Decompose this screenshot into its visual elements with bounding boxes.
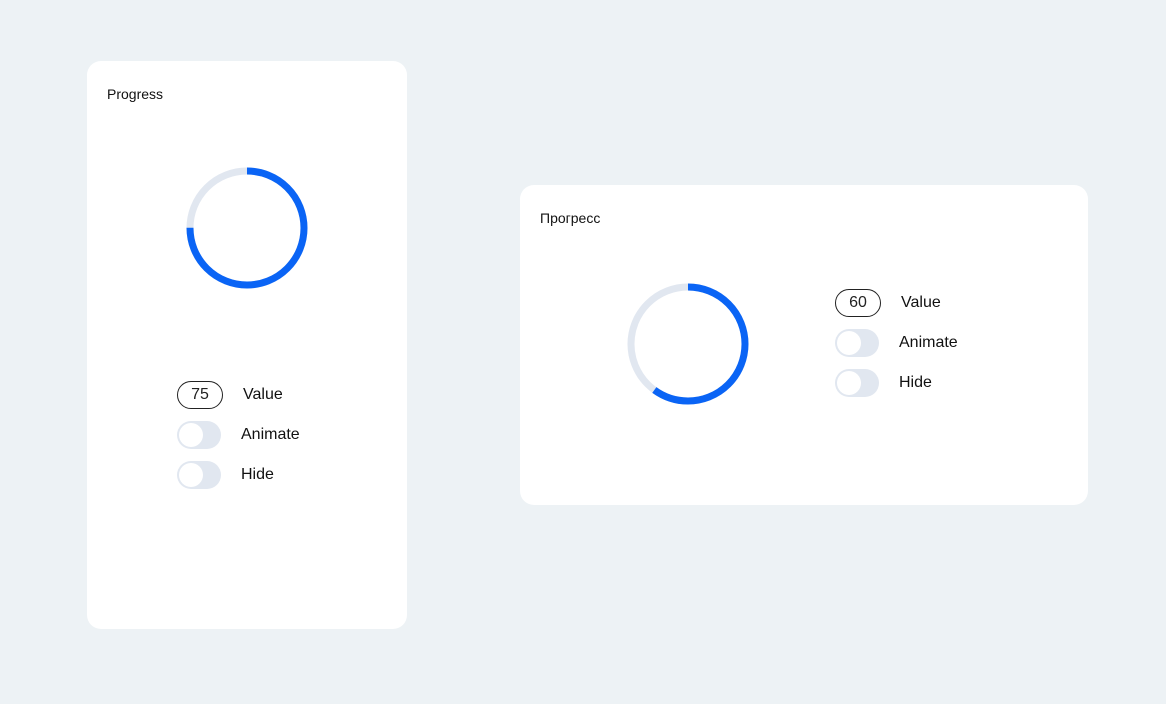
progress-panel-ru: Прогресс 60 Value Animate Hide [520,185,1088,505]
animate-row: Animate [835,329,985,357]
toggle-knob [179,463,203,487]
hide-toggle[interactable] [835,369,879,397]
animate-toggle[interactable] [177,421,221,449]
toggle-knob [837,331,861,355]
animate-row: Animate [177,421,327,449]
hide-row: Hide [177,461,327,489]
hide-row: Hide [835,369,985,397]
progress-ring [186,167,308,289]
animate-toggle[interactable] [835,329,879,357]
progress-panel-en: Progress 75 Value Animate Hide [87,61,407,629]
hide-label: Hide [899,374,932,391]
value-label: Value [243,386,283,403]
hide-label: Hide [241,466,274,483]
panel-title: Прогресс [540,210,601,226]
progress-controls: 60 Value Animate Hide [835,289,985,409]
progress-controls: 75 Value Animate Hide [177,381,327,501]
value-input[interactable]: 60 [835,289,881,317]
value-label: Value [901,294,941,311]
toggle-knob [179,423,203,447]
value-row: 60 Value [835,289,985,317]
hide-toggle[interactable] [177,461,221,489]
animate-label: Animate [241,426,300,443]
panel-title: Progress [107,86,164,102]
animate-label: Animate [899,334,958,351]
value-row: 75 Value [177,381,327,409]
value-input[interactable]: 75 [177,381,223,409]
toggle-knob [837,371,861,395]
progress-ring [627,283,749,405]
